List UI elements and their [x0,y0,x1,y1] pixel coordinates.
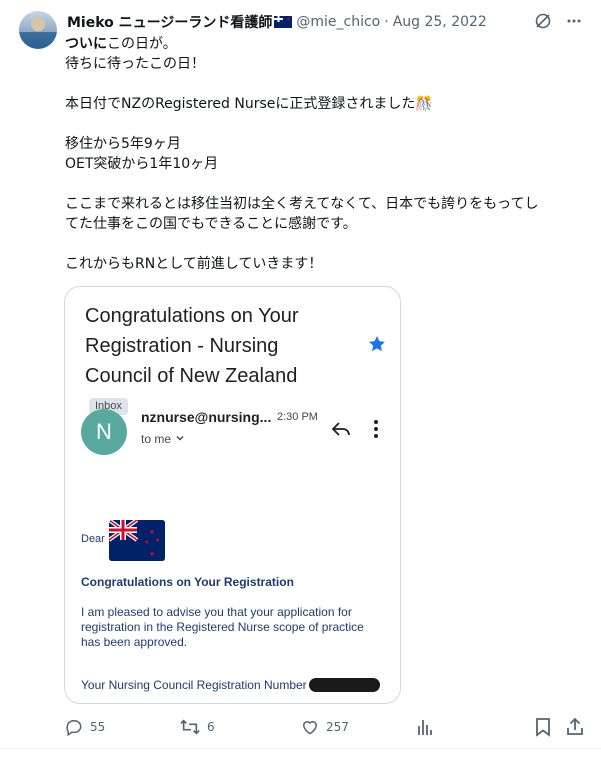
star-icon [367,334,387,358]
vertical-dots-icon [373,419,379,443]
retweet-button[interactable]: 6 [179,717,215,737]
email-subject: Congratulations on Your Registration - N… [85,301,345,421]
retweet-count: 6 [207,720,215,734]
nz-flag-emoji-icon [274,16,293,28]
bookmark-button[interactable] [535,717,551,737]
retweet-icon [179,717,201,737]
reply-arrow-icon [331,421,351,441]
author-name[interactable]: Mieko ニュージーランド看護師 [67,12,272,32]
more-icon[interactable] [566,13,582,29]
reply-icon [64,717,84,737]
author-avatar[interactable] [19,11,57,49]
tweet-line-5: OET突破から1年10ヶ月 [65,156,219,172]
redacted-number [308,678,380,692]
nz-flag-icon: ★ ★ ★ ★ [109,520,165,561]
tweet-actions: 55 6 257 [64,717,586,739]
views-button[interactable] [416,717,434,737]
email-time: 2:30 PM [277,411,318,423]
tweet-text: ついにこの日が。 待ちに待ったこの日！ 本日付でNZのRegistered Nu… [65,34,585,274]
sender-avatar: N [81,409,127,455]
tweet-line-3: 本日付でNZのRegistered Nurseに正式登録されました🎊 [65,96,433,112]
views-icon [416,717,434,737]
email-screenshot-image[interactable]: Congratulations on Your Registration - N… [64,286,401,704]
registration-number-line: Your Nursing Council Registration Number [81,678,380,692]
sender-name: nznurse@nursing... [141,409,272,425]
svg-text:★: ★ [155,537,160,544]
share-icon [566,717,584,737]
reply-count: 55 [90,720,106,734]
tweet-line-1: ついにこの日が。 [65,36,177,52]
reply-button[interactable]: 55 [64,717,105,737]
svg-text:★: ★ [149,528,155,536]
like-count: 257 [326,720,349,734]
chevron-down-icon [175,432,185,446]
tweet-line-8: これからもRNとして前進していきます！ [65,256,323,272]
svg-text:★: ★ [149,550,155,558]
separator-dot: · [384,14,389,30]
recipient-line: to me [141,432,185,446]
svg-text:★: ★ [144,539,149,546]
email-body: I am pleased to advise you that your app… [81,605,364,649]
email-greeting: Dear [81,533,105,545]
grok-icon[interactable] [534,12,552,30]
like-icon [300,717,320,737]
bookmark-icon [535,717,551,737]
tweet-top-actions [534,12,582,30]
author-handle[interactable]: @mie_chico [296,14,380,30]
like-button[interactable]: 257 [300,717,349,737]
tweet-line-7: てた仕事をこの国でもできることに感謝です。 [65,216,357,232]
divider [0,748,601,749]
tweet-header: Mieko ニュージーランド看護師 @mie_chico · Aug 25, 2… [67,12,487,32]
tweet-line-6: ここまで来れるとは移住当初は全く考えてなくて、日本でも誇りをもってし [65,196,539,212]
tweet-date[interactable]: Aug 25, 2022 [393,14,487,30]
share-button[interactable] [566,717,584,737]
email-heading: Congratulations on Your Registration [81,575,294,589]
tweet-line-2: 待ちに待ったこの日！ [65,56,205,72]
tweet-line-4: 移住から5年9ヶ月 [65,136,181,152]
